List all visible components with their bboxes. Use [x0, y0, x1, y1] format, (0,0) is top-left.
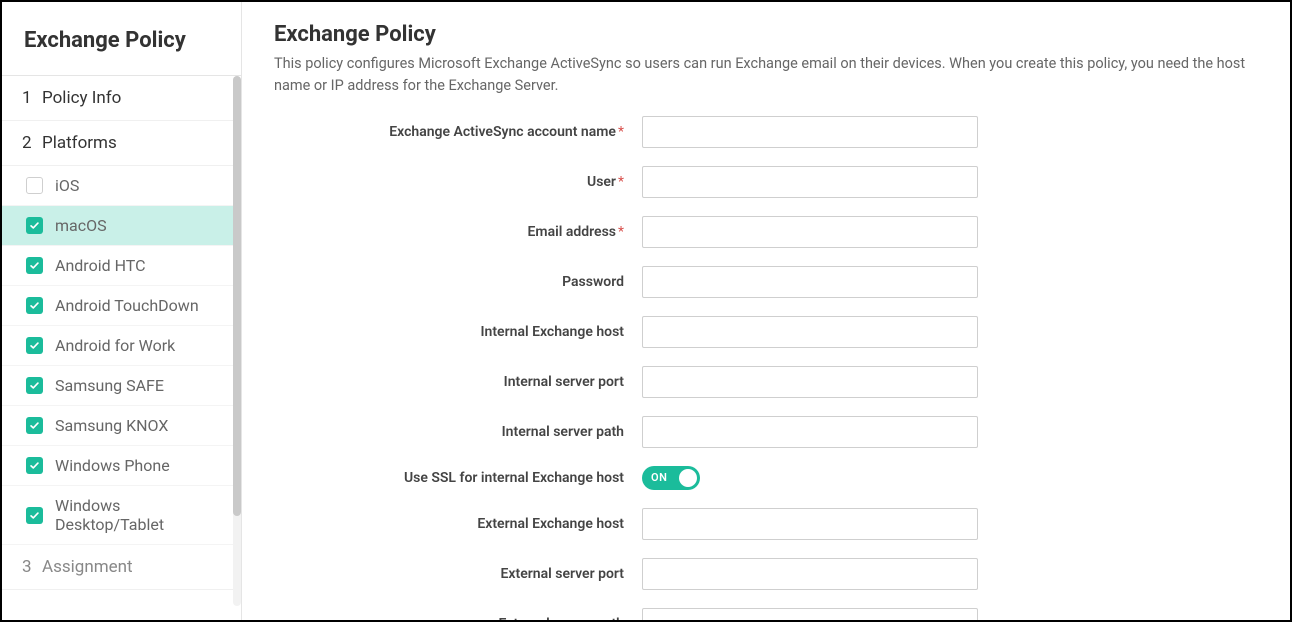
main-content: Exchange Policy This policy configures M… — [242, 2, 1290, 620]
check-icon — [29, 380, 40, 391]
label-internal-path: Internal server path — [274, 424, 624, 440]
platform-item-android-for-work[interactable]: Android for Work — [2, 326, 237, 366]
check-icon — [29, 420, 40, 431]
step-policy-info[interactable]: 1 Policy Info — [2, 76, 237, 121]
row-external-path: External server path — [274, 608, 1258, 620]
platform-checkbox[interactable] — [26, 257, 43, 274]
input-external-host[interactable] — [642, 508, 978, 540]
sidebar: Exchange Policy 1 Policy Info 2 Platform… — [2, 2, 242, 620]
platform-checkbox[interactable] — [26, 507, 43, 524]
input-internal-port[interactable] — [642, 366, 978, 398]
platform-checkbox[interactable] — [26, 217, 43, 234]
input-internal-path[interactable] — [642, 416, 978, 448]
label-password: Password — [274, 274, 624, 290]
platform-item-windows-desktop-tablet[interactable]: Windows Desktop/Tablet — [2, 486, 237, 545]
row-password: Password — [274, 266, 1258, 298]
platform-item-ios[interactable]: iOS — [2, 166, 237, 206]
row-user: User* — [274, 166, 1258, 198]
platform-checkbox[interactable] — [26, 377, 43, 394]
form: Exchange ActiveSync account name* User* … — [274, 116, 1258, 620]
platform-label: Windows Desktop/Tablet — [55, 496, 217, 534]
input-password[interactable] — [642, 266, 978, 298]
input-email[interactable] — [642, 216, 978, 248]
step-label: Assignment — [42, 557, 133, 577]
input-external-path[interactable] — [642, 608, 978, 620]
sidebar-scrollbar[interactable] — [233, 76, 241, 606]
row-internal-path: Internal server path — [274, 416, 1258, 448]
label-user: User* — [274, 174, 624, 190]
check-icon — [29, 510, 40, 521]
platform-item-samsung-safe[interactable]: Samsung SAFE — [2, 366, 237, 406]
toggle-ssl-internal[interactable]: ON — [642, 466, 700, 490]
platform-item-macos[interactable]: macOS — [2, 206, 237, 246]
label-ssl-internal: Use SSL for internal Exchange host — [274, 470, 624, 486]
scrollbar-thumb[interactable] — [233, 76, 241, 516]
platform-checkbox[interactable] — [26, 177, 43, 194]
step-label: Platforms — [42, 133, 117, 153]
toggle-label: ON — [651, 471, 667, 484]
platform-list: iOS macOS Android HTC Android TouchDown Andr… — [2, 166, 237, 545]
input-account-name[interactable] — [642, 116, 978, 148]
step-assignment[interactable]: 3 Assignment — [2, 545, 237, 590]
step-number: 2 — [22, 133, 34, 153]
sidebar-steps: 1 Policy Info 2 Platforms iOS macOS Androi… — [2, 76, 241, 620]
check-icon — [29, 340, 40, 351]
row-external-host: External Exchange host — [274, 508, 1258, 540]
step-platforms[interactable]: 2 Platforms — [2, 121, 237, 166]
check-icon — [29, 460, 40, 471]
label-external-path: External server path — [274, 616, 624, 620]
platform-label: iOS — [55, 176, 79, 195]
platform-label: Android HTC — [55, 256, 146, 275]
check-icon — [29, 300, 40, 311]
platform-checkbox[interactable] — [26, 417, 43, 434]
label-external-port: External server port — [274, 566, 624, 582]
toggle-knob — [679, 469, 697, 487]
platform-checkbox[interactable] — [26, 337, 43, 354]
page-title: Exchange Policy — [274, 22, 1258, 47]
step-label: Policy Info — [42, 88, 121, 108]
label-email: Email address* — [274, 224, 624, 240]
platform-label: Samsung KNOX — [55, 416, 168, 435]
platform-item-samsung-knox[interactable]: Samsung KNOX — [2, 406, 237, 446]
app-frame: Exchange Policy 1 Policy Info 2 Platform… — [0, 0, 1292, 622]
platform-label: Android TouchDown — [55, 296, 199, 315]
step-number: 3 — [22, 557, 34, 577]
label-account-name: Exchange ActiveSync account name* — [274, 124, 624, 140]
label-internal-port: Internal server port — [274, 374, 624, 390]
page-description: This policy configures Microsoft Exchang… — [274, 53, 1258, 98]
platform-item-android-touchdown[interactable]: Android TouchDown — [2, 286, 237, 326]
platform-label: Android for Work — [55, 336, 175, 355]
platform-checkbox[interactable] — [26, 297, 43, 314]
platform-label: Windows Phone — [55, 456, 170, 475]
platform-label: macOS — [55, 216, 107, 235]
label-external-host: External Exchange host — [274, 516, 624, 532]
row-ssl-internal: Use SSL for internal Exchange host ON — [274, 466, 1258, 490]
row-internal-host: Internal Exchange host — [274, 316, 1258, 348]
platform-checkbox[interactable] — [26, 457, 43, 474]
platform-item-windows-phone[interactable]: Windows Phone — [2, 446, 237, 486]
check-icon — [29, 260, 40, 271]
input-internal-host[interactable] — [642, 316, 978, 348]
sidebar-title: Exchange Policy — [2, 2, 241, 76]
platform-item-android-htc[interactable]: Android HTC — [2, 246, 237, 286]
platform-label: Samsung SAFE — [55, 376, 164, 395]
input-external-port[interactable] — [642, 558, 978, 590]
row-account-name: Exchange ActiveSync account name* — [274, 116, 1258, 148]
step-number: 1 — [22, 88, 34, 108]
label-internal-host: Internal Exchange host — [274, 324, 624, 340]
row-email: Email address* — [274, 216, 1258, 248]
row-internal-port: Internal server port — [274, 366, 1258, 398]
input-user[interactable] — [642, 166, 978, 198]
check-icon — [29, 220, 40, 231]
row-external-port: External server port — [274, 558, 1258, 590]
